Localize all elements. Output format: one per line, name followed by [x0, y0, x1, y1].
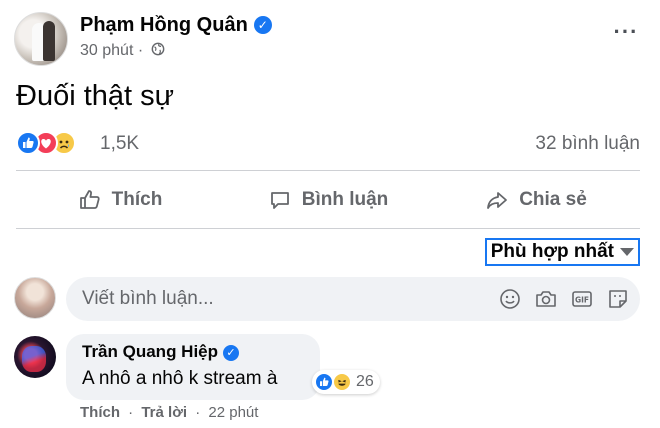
post-text: Đuối thật sự	[16, 80, 175, 112]
like-button-label: Thích	[111, 189, 163, 210]
comment-like-link[interactable]: Thích	[80, 404, 120, 421]
post-header: Phạm Hồng Quân ✓ 30 phút · ···	[14, 12, 646, 66]
like-icon	[314, 372, 334, 392]
comment-reaction-count: 26	[356, 373, 374, 390]
reaction-count[interactable]: 1,5K	[100, 133, 139, 155]
comment-composer: GIF	[14, 277, 640, 321]
post-action-bar: Thích Bình luận Chia sẻ	[16, 172, 640, 228]
camera-icon[interactable]	[534, 287, 558, 311]
commenter-name-link[interactable]: Trần Quang Hiệp ✓	[82, 342, 240, 362]
share-button-label: Chia sẻ	[519, 189, 587, 210]
comment-sort-dropdown[interactable]: Phù hợp nhất	[484, 238, 640, 266]
gif-icon[interactable]: GIF	[570, 287, 594, 311]
post-meta: 30 phút ·	[80, 42, 165, 60]
sort-selected-label: Phù hợp nhất	[490, 241, 614, 262]
reactions-summary: 1,5K 32 bình luận	[16, 130, 640, 156]
comment-actions: Thích · Trả lời · 22 phút	[80, 404, 258, 421]
comment-button-label: Bình luận	[301, 189, 389, 210]
comment-reactions[interactable]: 26	[312, 370, 380, 394]
comment-icon	[270, 192, 289, 209]
verified-badge-icon: ✓	[253, 16, 272, 34]
comment-separator: ·	[195, 404, 201, 421]
composer-icons: GIF	[498, 287, 630, 311]
reaction-icons[interactable]	[16, 130, 96, 156]
like-icon	[16, 131, 40, 155]
comment-count-link[interactable]: 32 bình luận	[535, 133, 640, 155]
like-button[interactable]: Thích	[16, 172, 224, 228]
author-name[interactable]: Phạm Hồng Quân	[80, 14, 248, 36]
current-user-avatar[interactable]	[14, 277, 56, 319]
commenter-name[interactable]: Trần Quang Hiệp	[82, 342, 218, 361]
sticker-icon[interactable]	[606, 287, 630, 311]
svg-text:GIF: GIF	[575, 296, 589, 305]
comment-text: A nhô a nhô k stream à	[82, 368, 278, 389]
comment-bubble: Trần Quang Hiệp ✓ A nhô a nhô k stream à	[66, 334, 320, 400]
comment-input[interactable]	[82, 277, 462, 321]
post-time[interactable]: 30 phút	[80, 42, 133, 59]
divider-top	[16, 170, 640, 171]
comment-input-box[interactable]: GIF	[66, 277, 640, 321]
divider-bottom	[16, 228, 640, 229]
commenter-avatar[interactable]	[14, 336, 56, 378]
more-options-button[interactable]: ···	[610, 21, 642, 48]
globe-icon	[151, 42, 165, 56]
author-avatar[interactable]	[14, 12, 68, 66]
share-icon	[487, 192, 508, 209]
comment-button[interactable]: Bình luận	[224, 172, 432, 228]
verified-badge-icon: ✓	[223, 345, 240, 361]
author-name-link[interactable]: Phạm Hồng Quân ✓	[80, 14, 272, 37]
comment-item: Trần Quang Hiệp ✓ A nhô a nhô k stream à …	[14, 334, 640, 424]
share-button[interactable]: Chia sẻ	[432, 172, 640, 228]
haha-icon	[332, 372, 352, 392]
meta-separator: ·	[137, 42, 144, 59]
comment-time[interactable]: 22 phút	[208, 404, 258, 421]
caret-down-icon	[620, 248, 634, 256]
thumbs-up-icon	[79, 190, 100, 209]
emoji-icon[interactable]	[498, 287, 522, 311]
comment-reply-link[interactable]: Trả lời	[141, 404, 187, 421]
comment-separator: ·	[128, 404, 134, 421]
